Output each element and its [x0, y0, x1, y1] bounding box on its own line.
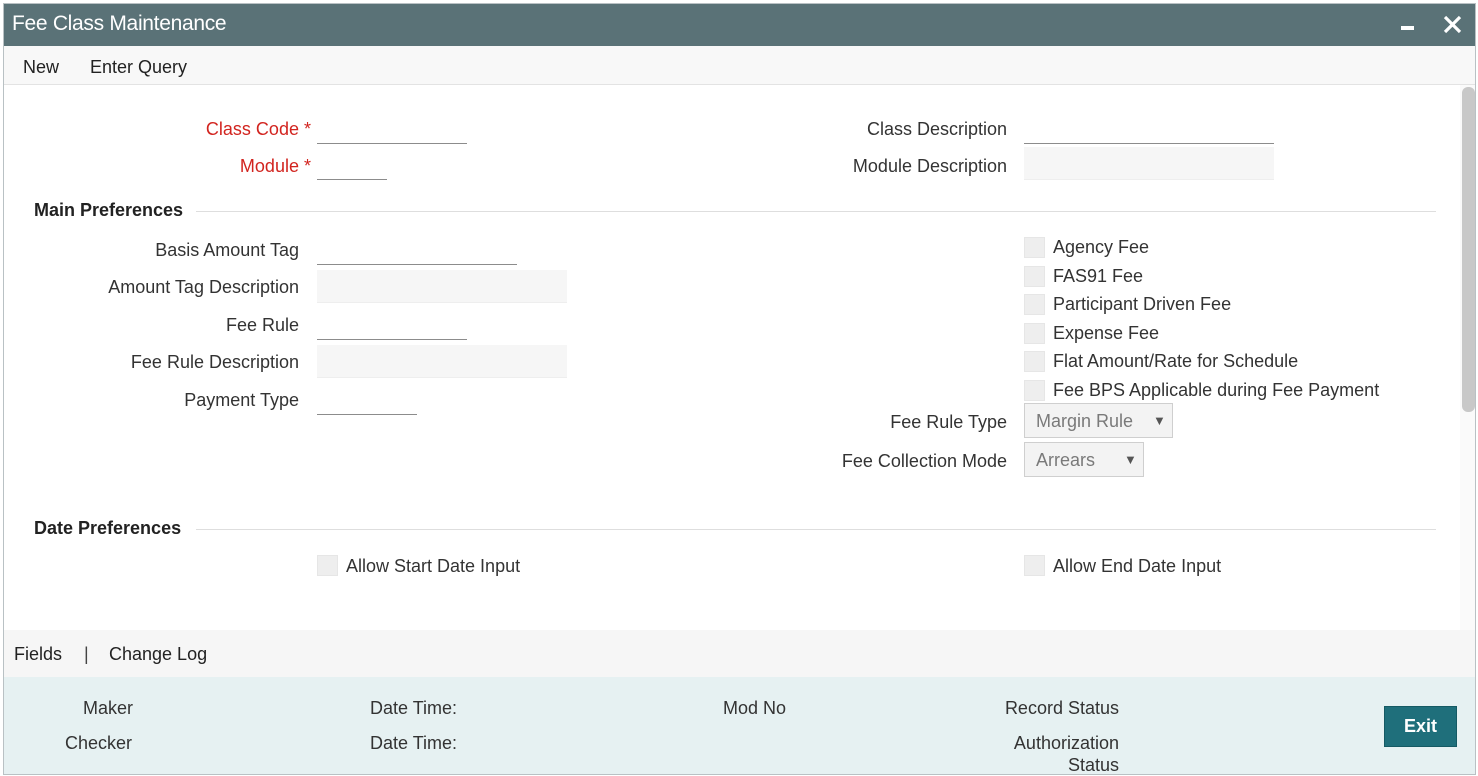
allow-start-date-label: Allow Start Date Input: [346, 556, 521, 576]
allow-start-date-checkbox[interactable]: [317, 555, 338, 576]
maker-label: Maker: [83, 698, 134, 718]
dropdown-arrow-icon: ▼: [1153, 413, 1166, 428]
amount-tag-description-label: Amount Tag Description: [108, 277, 299, 297]
change-log-link[interactable]: Change Log: [109, 644, 207, 665]
menu-new[interactable]: New: [23, 57, 59, 78]
section-divider: [196, 211, 1436, 212]
class-code-label: Class Code *: [205, 119, 311, 139]
fee-rule-type-label: Fee Rule Type: [890, 412, 1007, 432]
module-label: Module *: [239, 156, 311, 176]
record-status-label: Record Status: [1004, 698, 1119, 718]
module-description-field: [1024, 147, 1274, 180]
basis-amount-tag-label: Basis Amount Tag: [155, 240, 299, 260]
window-title: Fee Class Maintenance: [12, 12, 227, 35]
fee-rule-type-value: Margin Rule: [1036, 411, 1134, 431]
checker-label: Checker: [65, 733, 133, 753]
required-marker: *: [303, 119, 311, 139]
exit-button[interactable]: Exit: [1384, 706, 1457, 747]
next-section-title-clipped: [34, 615, 39, 630]
menu-enter-query[interactable]: Enter Query: [90, 57, 187, 78]
expense-fee-checkbox[interactable]: [1024, 323, 1045, 344]
allow-end-date-checkbox[interactable]: [1024, 555, 1045, 576]
menu-bar: New Enter Query: [4, 46, 1475, 85]
authorization-label: Authorization: [1013, 733, 1119, 753]
module-input[interactable]: [317, 148, 387, 180]
allow-end-date-label: Allow End Date Input: [1053, 556, 1222, 576]
fee-class-maintenance-window: Fee Class Maintenance New Enter Query Cl…: [3, 3, 1476, 775]
flat-amount-rate-checkbox[interactable]: [1024, 351, 1045, 372]
expense-fee-label: Expense Fee: [1053, 323, 1160, 343]
authorization-status-label: Status: [1067, 755, 1119, 775]
fee-rule-type-select[interactable]: Margin Rule ▼: [1024, 403, 1173, 438]
form-content: Class Code * Module * Class Description …: [4, 85, 1460, 630]
fee-bps-applicable-checkbox[interactable]: [1024, 380, 1045, 401]
module-description-label: Module Description: [852, 156, 1007, 176]
close-icon[interactable]: [1440, 10, 1466, 38]
maker-date-time-label: Date Time:: [370, 698, 458, 718]
fas91-fee-label: FAS91 Fee: [1053, 266, 1144, 286]
main-preferences-title: Main Preferences: [34, 200, 184, 220]
fee-collection-mode-value: Arrears: [1036, 450, 1096, 470]
fee-bps-applicable-label: Fee BPS Applicable during Fee Payment: [1053, 380, 1380, 400]
agency-fee-checkbox[interactable]: [1024, 237, 1045, 258]
participant-driven-fee-checkbox[interactable]: [1024, 294, 1045, 315]
scrollbar-thumb[interactable]: [1462, 87, 1475, 412]
checker-date-time-label: Date Time:: [370, 733, 458, 753]
agency-fee-label: Agency Fee: [1053, 237, 1150, 257]
payment-type-label: Payment Type: [184, 390, 299, 410]
audit-panel: Maker Checker Date Time: Date Time: Mod …: [4, 677, 1475, 775]
fee-collection-mode-select[interactable]: Arrears ▼: [1024, 442, 1144, 477]
fields-link[interactable]: Fields: [14, 644, 62, 665]
participant-driven-fee-label: Participant Driven Fee: [1053, 294, 1232, 314]
dropdown-arrow-icon: ▼: [1124, 452, 1137, 467]
date-preferences-title: Date Preferences: [34, 518, 182, 538]
class-description-label: Class Description: [866, 119, 1007, 139]
minimize-icon[interactable]: [1397, 12, 1419, 36]
fas91-fee-checkbox[interactable]: [1024, 266, 1045, 287]
basis-amount-tag-input[interactable]: [317, 233, 517, 265]
amount-tag-description-field: [317, 270, 567, 303]
fee-rule-input[interactable]: [317, 308, 467, 340]
title-bar: Fee Class Maintenance: [4, 4, 1475, 46]
payment-type-input[interactable]: [317, 383, 417, 415]
fee-rule-description-field: [317, 345, 567, 378]
flat-amount-rate-label: Flat Amount/Rate for Schedule: [1053, 351, 1299, 371]
fee-rule-description-label: Fee Rule Description: [130, 352, 299, 372]
mod-no-label: Mod No: [723, 698, 787, 718]
footer-links-bar: Fields | Change Log: [4, 630, 1475, 677]
fee-rule-label: Fee Rule: [225, 315, 299, 335]
required-marker: *: [303, 156, 311, 176]
class-description-input[interactable]: [1024, 112, 1274, 144]
section-divider: [196, 529, 1436, 530]
class-code-input[interactable]: [317, 112, 467, 144]
fee-collection-mode-label: Fee Collection Mode: [841, 451, 1007, 471]
footer-separator: |: [84, 644, 89, 664]
